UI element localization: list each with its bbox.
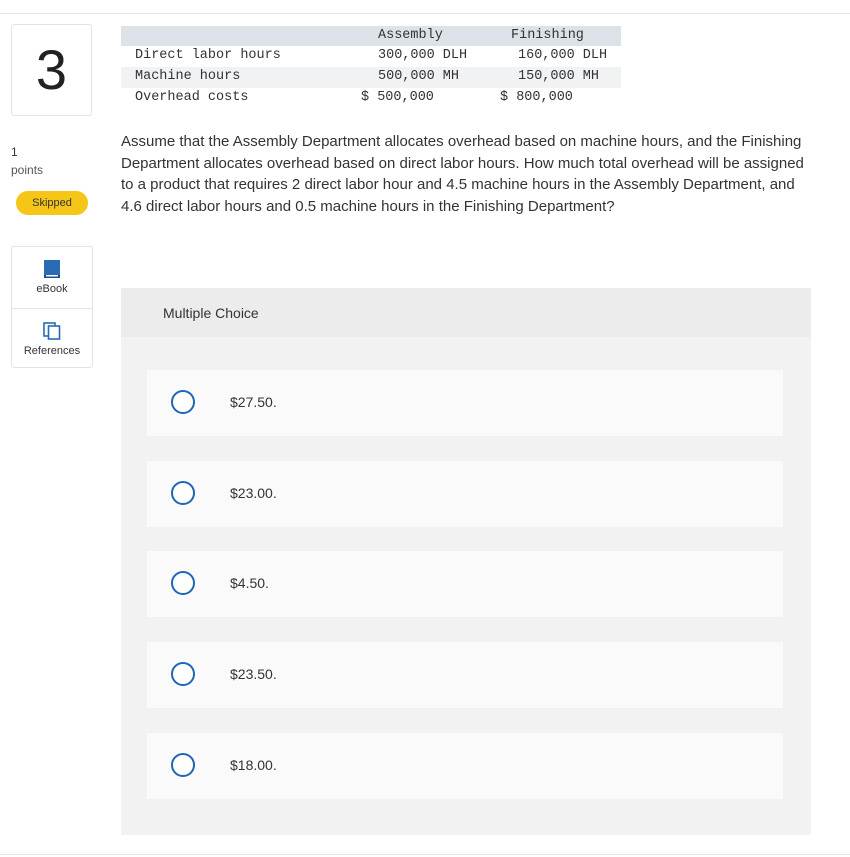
row-label: Direct labor hours [135, 48, 281, 63]
answer-option-label: $23.50. [230, 666, 277, 682]
ebook-button[interactable]: eBook [12, 247, 92, 307]
question-number-box: 3 [11, 24, 92, 116]
answer-option[interactable]: $4.50. [147, 551, 783, 617]
table-row: Direct labor hours 300,000 DLH 160,000 D… [121, 46, 621, 67]
row-label: Overhead costs [135, 90, 249, 105]
status-badge: Skipped [16, 191, 88, 215]
header-finishing: Finishing [511, 28, 584, 43]
answer-option[interactable]: $27.50. [147, 370, 783, 436]
points-value: 1 [11, 145, 18, 159]
table-row: Overhead costs $ 500,000 $ 800,000 [121, 88, 621, 109]
references-icon [43, 322, 61, 340]
row-finishing-value: 150,000 MH [518, 69, 600, 84]
row-finishing-value: $ 800,000 [500, 90, 573, 105]
ebook-label: eBook [36, 283, 68, 295]
radio-button[interactable] [171, 390, 195, 414]
options-list: $27.50. $23.00. $4.50. $23.50. $18.00. [121, 337, 811, 835]
row-label: Machine hours [135, 69, 241, 84]
answer-option-label: $27.50. [230, 394, 277, 410]
references-label: References [23, 345, 81, 357]
points-label: points [11, 163, 44, 177]
radio-button[interactable] [171, 753, 195, 777]
radio-button[interactable] [171, 481, 195, 505]
multiple-choice-title: Multiple Choice [163, 305, 259, 321]
answer-option[interactable]: $18.00. [147, 733, 783, 799]
row-assembly-value: 500,000 MH [378, 69, 460, 84]
radio-button[interactable] [171, 571, 195, 595]
table-row: Machine hours 500,000 MH 150,000 MH [121, 67, 621, 88]
question-number: 3 [35, 38, 68, 101]
radio-button[interactable] [171, 662, 195, 686]
tools-panel: eBook References [11, 246, 93, 368]
answer-option-label: $23.00. [230, 485, 277, 501]
references-button[interactable]: References [12, 308, 92, 369]
row-finishing-value: 160,000 DLH [518, 48, 608, 63]
row-assembly-value: $ 500,000 [361, 90, 434, 105]
book-icon [43, 260, 61, 278]
top-divider [0, 13, 850, 14]
row-assembly-value: 300,000 DLH [378, 48, 468, 63]
answer-option[interactable]: $23.00. [147, 461, 783, 527]
answer-option-label: $4.50. [230, 575, 269, 591]
table-header-row: Assembly Finishing [121, 26, 621, 46]
answer-option[interactable]: $23.50. [147, 642, 783, 708]
question-text: Assume that the Assembly Department allo… [121, 133, 804, 215]
multiple-choice-panel: Multiple Choice $27.50. $23.00. $4.50. $… [121, 288, 811, 835]
header-assembly: Assembly [378, 28, 443, 43]
multiple-choice-header: Multiple Choice [121, 288, 811, 337]
data-table: Assembly Finishing Direct labor hours 30… [121, 26, 621, 109]
bottom-divider [0, 854, 850, 855]
answer-option-label: $18.00. [230, 757, 277, 773]
